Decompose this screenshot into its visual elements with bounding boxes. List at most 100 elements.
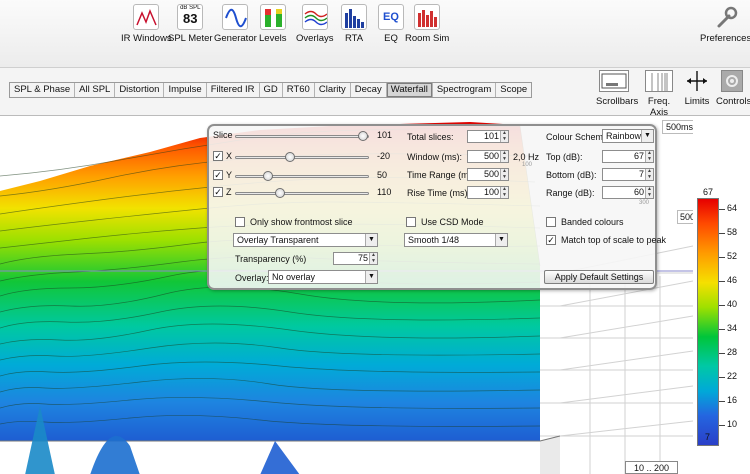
controls-icon <box>721 70 743 92</box>
spin-arrows-icon[interactable]: ▲ ▼ <box>500 150 508 162</box>
tab-spl-phase[interactable]: SPL & Phase <box>10 83 76 97</box>
tab-scope[interactable]: Scope <box>496 83 531 97</box>
window-input[interactable]: 500 ▲ ▼ <box>467 150 509 163</box>
window-value: 500 <box>483 151 499 161</box>
limits-label: Limits <box>684 96 710 107</box>
time-range-input[interactable]: 500 ▲ ▼ <box>467 168 509 181</box>
slice-label: Slice <box>213 130 233 140</box>
tab-decay[interactable]: Decay <box>351 83 387 97</box>
y-checkbox[interactable]: ✓ <box>213 170 223 180</box>
scale-tick: 16 <box>718 395 738 405</box>
window-hint: 100 <box>522 162 533 168</box>
z-slider[interactable] <box>235 188 369 198</box>
tab-clarity[interactable]: Clarity <box>315 83 351 97</box>
x-slider[interactable] <box>235 152 369 162</box>
dropdown-arrow-icon: ▼ <box>641 130 653 142</box>
room-sim-tool[interactable]: Room Sim <box>405 4 449 44</box>
bottom-db-label: Bottom (dB): <box>546 170 597 180</box>
banded-colours-label: Banded colours <box>561 217 624 227</box>
total-slices-value: 101 <box>483 131 499 141</box>
overlay-select[interactable]: No overlay ▼ <box>268 270 378 284</box>
transparency-input[interactable]: 75 ▲ ▼ <box>333 252 378 265</box>
spl-meter-label: SPL Meter <box>168 33 213 44</box>
smoothing-select[interactable]: Smooth 1/48 ▼ <box>404 233 508 247</box>
room-sim-icon <box>414 4 441 30</box>
spin-arrows-icon[interactable]: ▲ ▼ <box>645 168 653 180</box>
levels-tool[interactable]: Levels <box>259 4 286 44</box>
z-checkbox[interactable]: ✓ <box>213 187 223 197</box>
tab-all-spl[interactable]: All SPL <box>75 83 116 97</box>
overlay-value: No overlay <box>272 272 316 282</box>
range-db-value: 60 <box>633 187 644 197</box>
preferences-tool[interactable]: Preferences <box>700 4 750 44</box>
limits-button[interactable]: Limits <box>684 70 710 107</box>
range-db-hint: 300 <box>639 200 650 206</box>
rise-time-input[interactable]: 100 ▲ ▼ <box>467 186 509 199</box>
scrollbars-button[interactable]: Scrollbars <box>596 70 639 107</box>
spin-arrows-icon[interactable]: ▲ ▼ <box>645 150 653 162</box>
apply-default-settings-button[interactable]: Apply Default Settings <box>544 270 654 284</box>
frequency-range-readout[interactable]: 10 .. 200 <box>625 461 679 474</box>
slice-slider[interactable] <box>235 131 369 141</box>
slice-slider-knob[interactable] <box>358 131 368 141</box>
scale-tick: 22 <box>718 371 738 381</box>
total-slices-input[interactable]: 101 ▲ ▼ <box>467 130 509 143</box>
dropdown-arrow-icon: ▼ <box>495 234 507 246</box>
spl-meter-value: 83 <box>183 11 198 26</box>
top-db-input[interactable]: 67 ▲ ▼ <box>602 150 654 163</box>
tab-waterfall[interactable]: Waterfall <box>386 83 433 97</box>
main-toolbar: IR Windows dB SPL 83 SPL Meter Generator… <box>0 0 750 68</box>
eq-icon-text: EQ <box>383 11 399 23</box>
tab-distortion[interactable]: Distortion <box>115 83 165 97</box>
z-label: Z <box>226 187 232 197</box>
time-readout: 500ms <box>662 120 698 134</box>
x-checkbox[interactable]: ✓ <box>213 151 223 161</box>
tab-rt60[interactable]: RT60 <box>283 83 315 97</box>
overlays-tool[interactable]: Overlays <box>296 4 333 44</box>
colour-scheme-label: Colour Scheme: <box>546 132 611 142</box>
range-db-input[interactable]: 60 ▲ ▼ <box>602 186 654 199</box>
colour-scheme-select[interactable]: Rainbow ▼ <box>602 129 654 143</box>
spin-arrows-icon[interactable]: ▲ ▼ <box>645 186 653 198</box>
tab-spectrogram[interactable]: Spectrogram <box>433 83 497 97</box>
csd-mode-checkbox[interactable] <box>406 217 416 227</box>
match-top-checkbox[interactable]: ✓ <box>546 235 556 245</box>
transparency-value: 75 <box>357 253 368 263</box>
transparency-label: Transparency (%) <box>235 254 307 264</box>
smoothing-value: Smooth 1/48 <box>408 235 460 245</box>
top-db-label: Top (dB): <box>546 152 583 162</box>
spin-arrows-icon[interactable]: ▲ ▼ <box>500 186 508 198</box>
spin-arrows-icon[interactable]: ▲ ▼ <box>500 130 508 142</box>
banded-colours-checkbox[interactable] <box>546 217 556 227</box>
frontmost-label: Only show frontmost slice <box>250 217 353 227</box>
scrollbars-icon <box>599 70 629 92</box>
spin-arrows-icon[interactable]: ▲ ▼ <box>500 168 508 180</box>
controls-button[interactable]: Controls <box>716 70 750 107</box>
tab-gd[interactable]: GD <box>260 83 283 97</box>
waterfall-controls-panel: Slice 101 ✓ X -20 ✓ Y 50 ✓ Z 110 Total s… <box>207 124 666 290</box>
spin-arrows-icon[interactable]: ▲ ▼ <box>369 252 377 264</box>
freq-axis-icon <box>645 70 673 92</box>
rta-tool[interactable]: RTA <box>341 4 367 44</box>
eq-tool[interactable]: EQ EQ <box>378 4 404 44</box>
frontmost-checkbox[interactable] <box>235 217 245 227</box>
z-slider-knob[interactable] <box>275 188 286 198</box>
tab-filtered-ir[interactable]: Filtered IR <box>207 83 260 97</box>
levels-icon <box>259 4 286 30</box>
x-label: X <box>226 151 233 161</box>
generator-tool[interactable]: Generator <box>214 4 257 44</box>
tab-impulse[interactable]: Impulse <box>164 83 207 97</box>
overlay-mode-value: Overlay Transparent <box>237 235 319 245</box>
y-slider[interactable] <box>235 171 369 181</box>
y-slider-knob[interactable] <box>262 171 273 181</box>
freq-axis-button[interactable]: Freq. Axis <box>638 70 680 118</box>
y-value: 50 <box>377 170 388 180</box>
x-slider-knob[interactable] <box>284 152 295 162</box>
ir-windows-tool[interactable]: IR Windows <box>121 4 172 44</box>
window-label: Window (ms): <box>407 152 463 162</box>
scrollbars-label: Scrollbars <box>596 96 639 107</box>
csd-mode-label: Use CSD Mode <box>421 217 484 227</box>
overlay-mode-select[interactable]: Overlay Transparent ▼ <box>233 233 378 247</box>
spl-meter-tool[interactable]: dB SPL 83 SPL Meter <box>168 4 213 44</box>
bottom-db-input[interactable]: 7 ▲ ▼ <box>602 168 654 181</box>
